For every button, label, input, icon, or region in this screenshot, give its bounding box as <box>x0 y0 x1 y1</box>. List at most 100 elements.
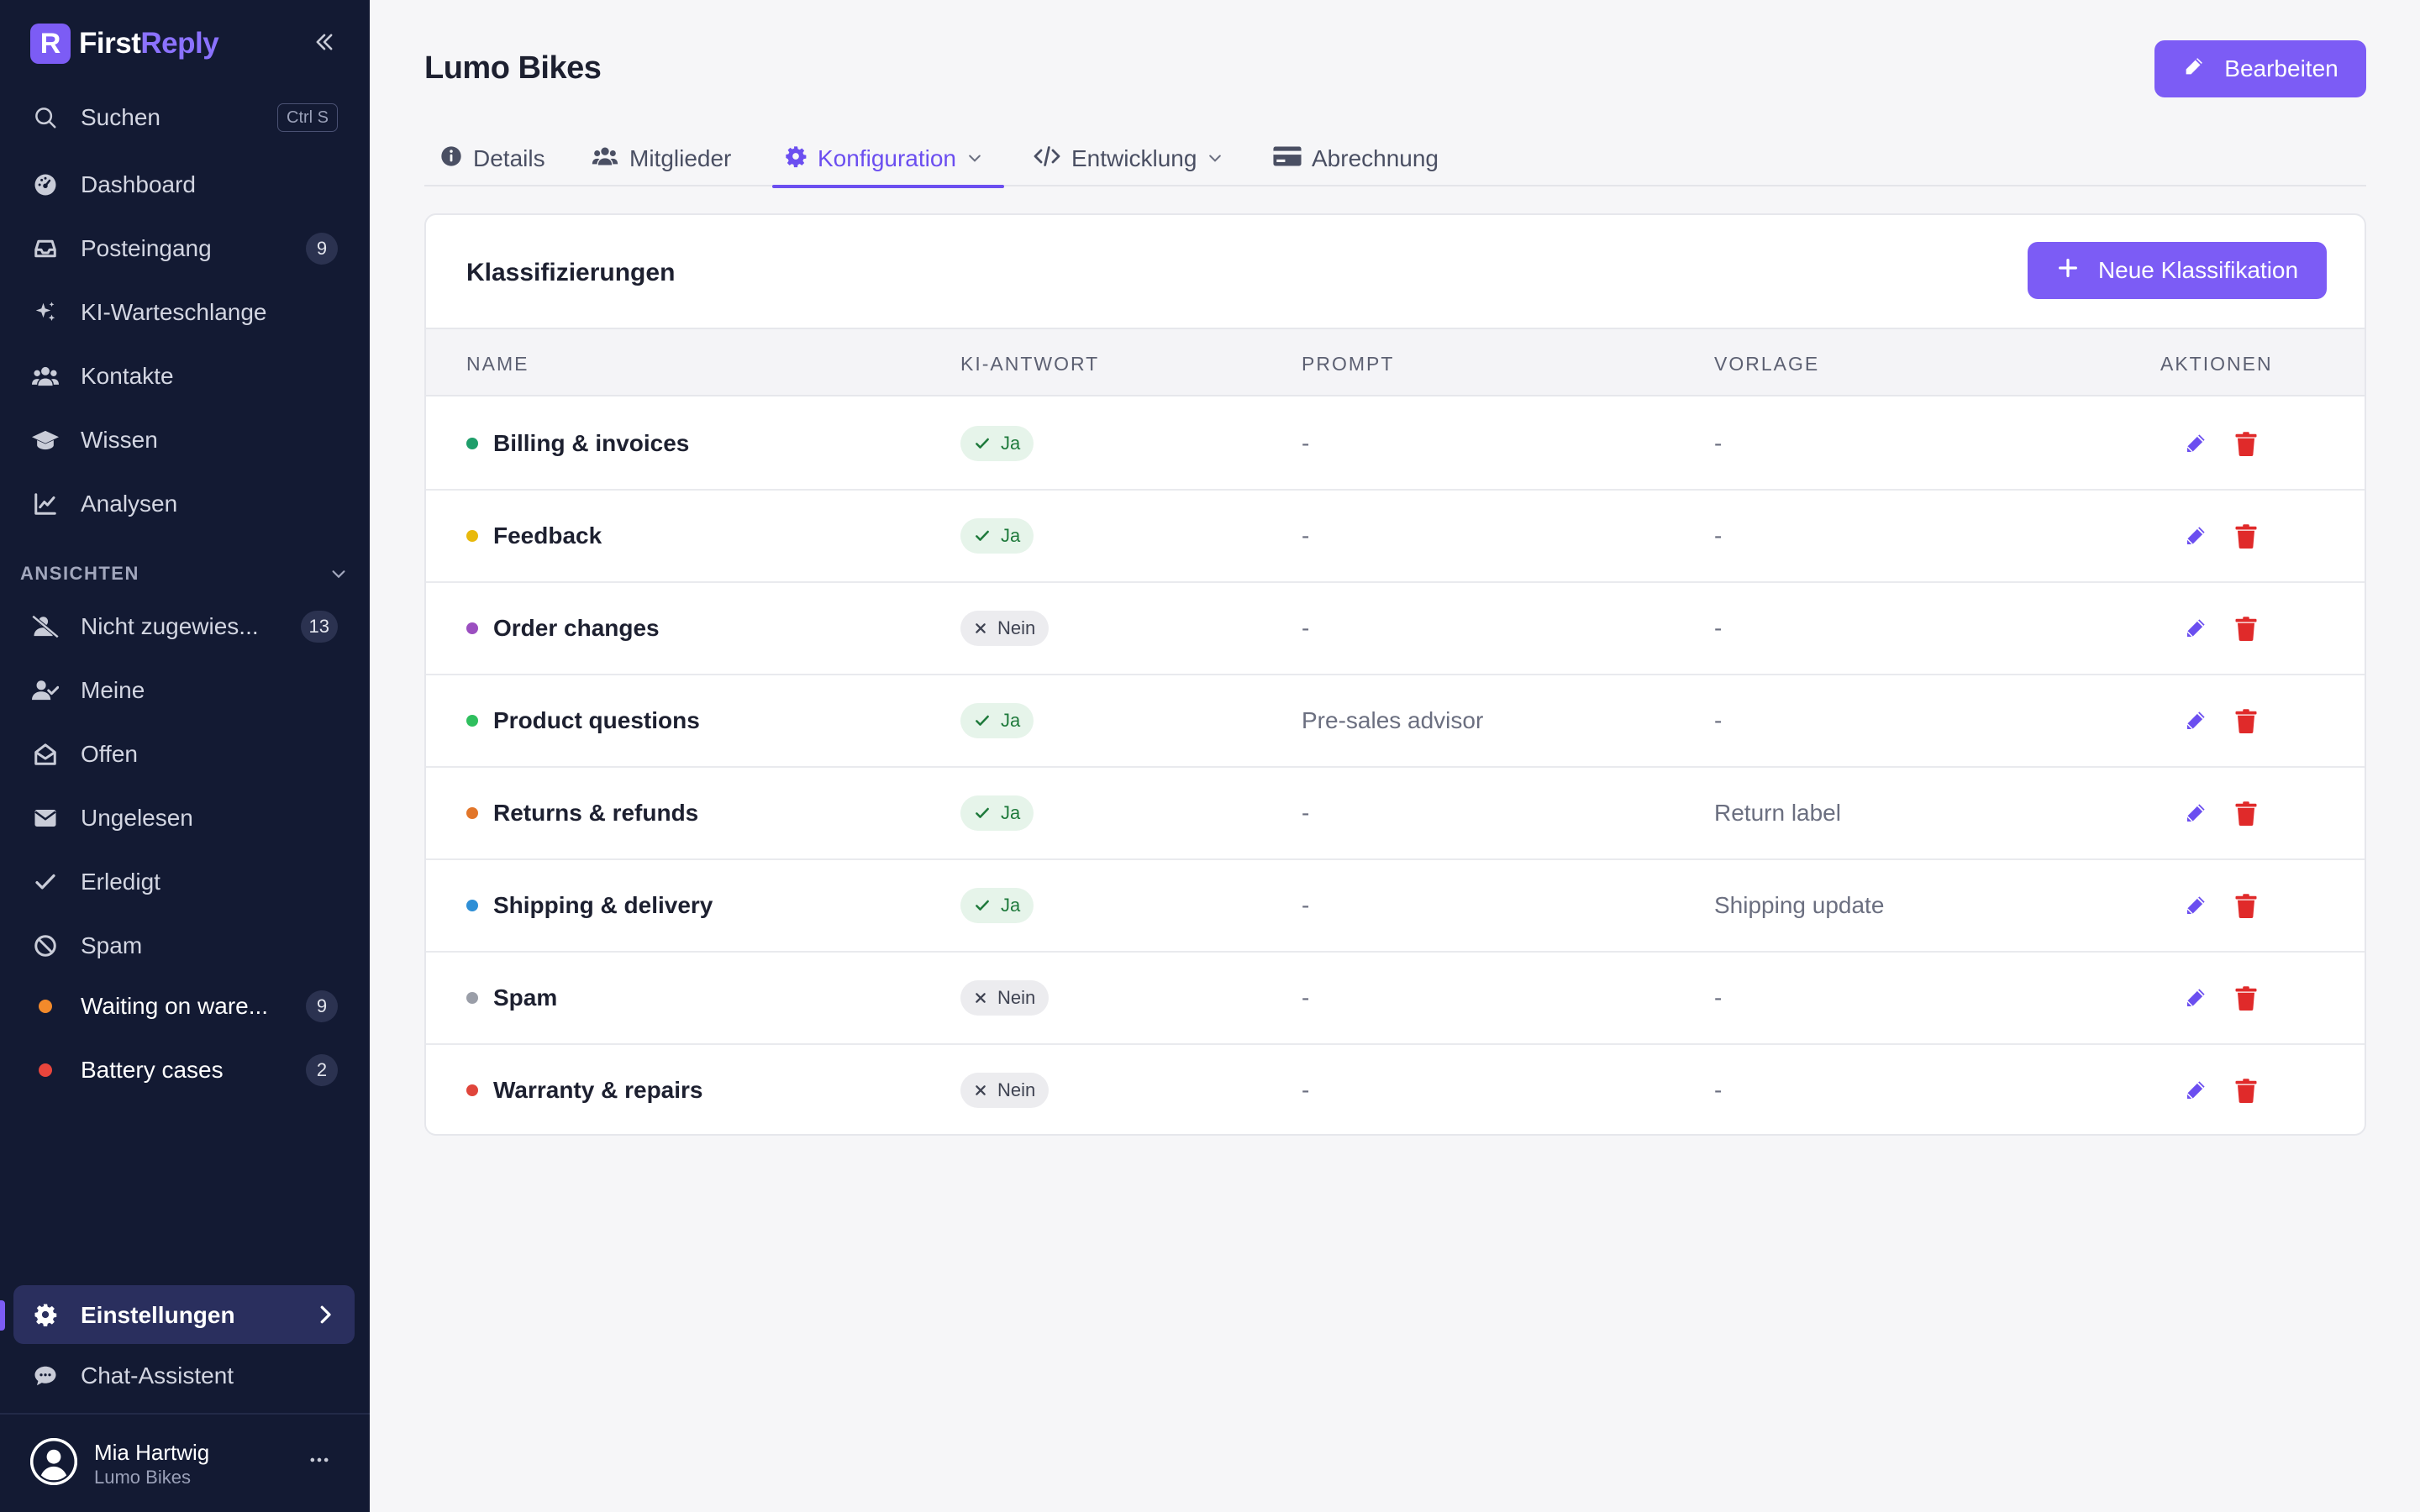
check-icon <box>974 712 991 729</box>
view-unassigned[interactable]: Nicht zugewies... 13 <box>13 600 355 654</box>
color-dot-icon <box>466 807 478 819</box>
classifications-card: Klassifizierungen Neue Klassifikation NA… <box>424 213 2366 1136</box>
brand-logo[interactable]: R FirstReply <box>30 24 219 64</box>
count-badge: 9 <box>306 233 338 265</box>
template-cell: - <box>1714 430 1723 456</box>
view-battery-cases[interactable]: Battery cases 2 <box>13 1043 355 1097</box>
delete-trash-icon[interactable] <box>2233 1077 2260 1104</box>
user-slash-icon <box>32 613 59 640</box>
ai-reply-label: Nein <box>997 617 1036 638</box>
user-name: Mia Hartwig <box>94 1440 210 1465</box>
view-spam[interactable]: Spam <box>13 919 355 973</box>
name-cell: Spam <box>466 953 557 1043</box>
actions-cell <box>2182 491 2260 581</box>
tab-details[interactable]: Details <box>439 131 545 186</box>
prompt-cell: - <box>1302 892 1310 918</box>
view-label: Meine <box>81 677 145 703</box>
ban-icon <box>32 932 59 959</box>
collapse-sidebar-icon[interactable] <box>309 27 339 57</box>
ai-reply-cell: Nein <box>960 953 1050 1043</box>
tab-members[interactable]: Mitglieder <box>591 131 731 186</box>
ai-reply-badge: Nein <box>960 980 1050 1016</box>
color-dot-icon <box>466 715 478 727</box>
view-done[interactable]: Erledigt <box>13 855 355 909</box>
edit-pencil-icon[interactable] <box>2182 522 2209 549</box>
new-classification-label: Neue Klassifikation <box>2097 257 2299 283</box>
check-icon <box>32 869 59 895</box>
gear-icon <box>784 144 808 174</box>
template-cell: Shipping update <box>1714 892 1885 918</box>
users-icon <box>591 144 619 174</box>
tab-label: Details <box>473 145 545 171</box>
table-row: Order changes Nein - - <box>426 583 2365 675</box>
delete-trash-icon[interactable] <box>2233 800 2260 827</box>
delete-trash-icon[interactable] <box>2233 892 2260 919</box>
edit-pencil-icon[interactable] <box>2182 707 2209 734</box>
delete-trash-icon[interactable] <box>2233 984 2260 1011</box>
user-profile[interactable]: Mia Hartwig Lumo Bikes <box>30 1436 350 1490</box>
new-classification-button[interactable]: Neue Klassifikation <box>2028 242 2327 299</box>
actions-cell <box>2182 398 2260 489</box>
delete-trash-icon[interactable] <box>2233 430 2260 457</box>
delete-trash-icon[interactable] <box>2233 707 2260 734</box>
check-icon <box>974 805 991 822</box>
ai-reply-label: Ja <box>1001 433 1021 454</box>
view-open[interactable]: Offen <box>13 727 355 781</box>
template-cell: - <box>1714 522 1723 549</box>
edit-pencil-icon[interactable] <box>2182 430 2209 457</box>
classification-name: Product questions <box>493 707 700 733</box>
chevron-down-icon[interactable] <box>329 564 348 587</box>
sidebar-search[interactable]: Suchen Ctrl S <box>13 91 355 144</box>
views-section-label: ANSICHTEN <box>20 563 139 584</box>
edit-pencil-icon[interactable] <box>2182 615 2209 642</box>
view-label: Battery cases <box>81 1057 224 1083</box>
actions-cell <box>2182 768 2260 858</box>
table-row: Billing & invoices Ja - - <box>426 398 2365 491</box>
active-indicator <box>0 1300 5 1331</box>
edit-pencil-icon[interactable] <box>2182 984 2209 1011</box>
sidebar-item-dashboard[interactable]: Dashboard <box>13 158 355 212</box>
sidebar-item-contacts[interactable]: Kontakte <box>13 349 355 403</box>
prompt-cell: - <box>1302 984 1310 1011</box>
view-unread[interactable]: Ungelesen <box>13 791 355 845</box>
edit-pencil-icon[interactable] <box>2182 1077 2209 1104</box>
sidebar-item-analytics[interactable]: Analysen <box>13 477 355 531</box>
credit-card-icon <box>1273 144 1302 174</box>
actions-cell <box>2182 953 2260 1043</box>
user-org: Lumo Bikes <box>94 1467 191 1488</box>
sidebar-item-knowledge[interactable]: Wissen <box>13 413 355 467</box>
view-waiting-on-warehouse[interactable]: Waiting on ware... 9 <box>13 979 355 1033</box>
envelope-icon <box>32 805 59 832</box>
edit-pencil-icon[interactable] <box>2182 800 2209 827</box>
tab-development[interactable]: Entwicklung <box>1033 131 1223 186</box>
ai-reply-badge: Ja <box>960 703 1034 738</box>
edit-button[interactable]: Bearbeiten <box>2154 40 2366 97</box>
sidebar-item-chat-assistant[interactable]: Chat-Assistent <box>13 1349 355 1403</box>
delete-trash-icon[interactable] <box>2233 615 2260 642</box>
delete-trash-icon[interactable] <box>2233 522 2260 549</box>
view-mine[interactable]: Meine <box>13 664 355 717</box>
sidebar-item-settings[interactable]: Einstellungen <box>13 1285 355 1344</box>
tab-billing[interactable]: Abrechnung <box>1273 131 1439 186</box>
ai-reply-badge: Ja <box>960 518 1034 554</box>
sidebar-item-inbox[interactable]: Posteingang 9 <box>13 222 355 276</box>
settings-label: Einstellungen <box>81 1302 235 1328</box>
inbox-icon <box>32 235 59 262</box>
edit-label: Bearbeiten <box>2224 55 2338 81</box>
sidebar-item-ai-queue[interactable]: KI-Warteschlange <box>13 286 355 339</box>
color-dot-icon <box>466 992 478 1004</box>
color-dot-icon <box>466 1084 478 1096</box>
more-options-icon[interactable] <box>308 1448 331 1476</box>
column-header-name: NAME <box>466 353 529 375</box>
tab-configuration[interactable]: Konfiguration <box>772 131 1004 188</box>
ai-reply-label: Nein <box>997 987 1036 1008</box>
ai-reply-cell: Ja <box>960 398 1034 489</box>
column-header-ai-reply: KI-ANTWORT <box>960 353 1100 375</box>
ai-reply-label: Ja <box>1001 710 1021 731</box>
classification-name: Billing & invoices <box>493 430 690 456</box>
table-header: NAME KI-ANTWORT PROMPT VORLAGE AKTIONEN <box>426 328 2365 396</box>
view-label: Spam <box>81 932 143 958</box>
sparkles-icon <box>32 299 59 326</box>
ai-reply-cell: Ja <box>960 491 1034 581</box>
edit-pencil-icon[interactable] <box>2182 892 2209 919</box>
